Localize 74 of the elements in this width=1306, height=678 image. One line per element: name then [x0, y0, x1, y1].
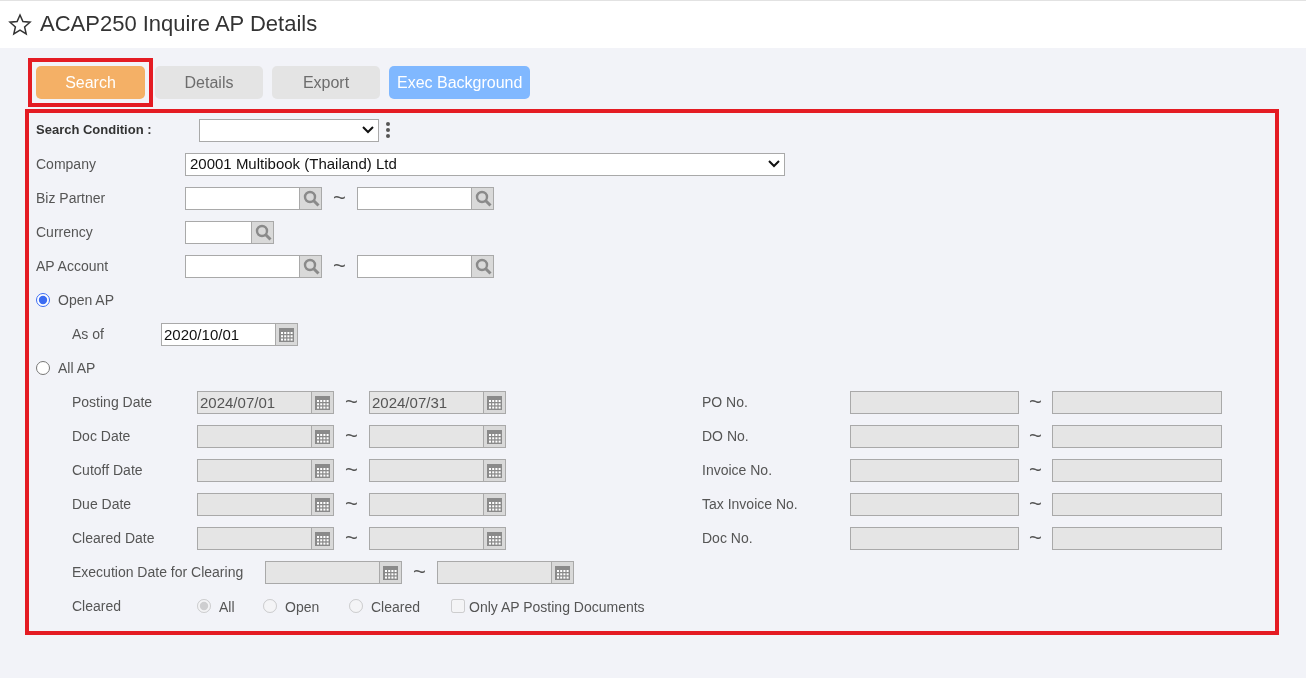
search-icon[interactable] [472, 254, 494, 278]
range-separator: ~ [344, 493, 359, 515]
range-separator: ~ [344, 459, 359, 481]
field-label: Cleared [71, 596, 123, 616]
star-icon[interactable] [8, 12, 32, 37]
range-separator: ~ [1028, 459, 1043, 481]
calendar-icon[interactable] [484, 526, 506, 550]
calendar-icon[interactable] [484, 390, 506, 414]
field-label: Invoice No. [702, 460, 774, 480]
calendar-icon[interactable] [312, 390, 334, 414]
range-separator: ~ [1028, 391, 1043, 413]
search-icon[interactable] [300, 254, 322, 278]
radio-label: All AP [58, 358, 96, 378]
range-separator: ~ [344, 391, 359, 413]
field-label: Biz Partner [36, 188, 107, 208]
calendar-icon[interactable] [552, 560, 574, 584]
range-separator: ~ [344, 425, 359, 447]
field-label: As of [71, 324, 105, 344]
field-label: Execution Date for Clearing [71, 562, 245, 582]
input-field[interactable] [357, 254, 472, 278]
company-dropdown[interactable]: 20001 Multibook (Thailand) Ltd [185, 152, 785, 176]
calendar-icon[interactable] [312, 458, 334, 482]
dropdown-value: 20001 Multibook (Thailand) Ltd [190, 153, 397, 174]
field-label: Posting Date [71, 392, 154, 412]
field-label: Doc Date [71, 426, 132, 446]
field-label: Tax Invoice No. [702, 494, 799, 514]
input-field[interactable] [185, 186, 300, 210]
date-field: 2024/07/01 [197, 390, 312, 414]
field-label: Cutoff Date [71, 460, 144, 480]
calendar-icon[interactable] [312, 424, 334, 448]
page-title: ACAP250 Inquire AP Details [40, 11, 318, 38]
field-label: Currency [36, 222, 94, 242]
chevron-down-icon [362, 126, 374, 134]
range-separator: ~ [332, 255, 347, 277]
checkbox-label: Only AP Posting Documents [469, 598, 645, 617]
date-field: 2024/07/31 [369, 390, 484, 414]
input-field[interactable] [185, 254, 300, 278]
calendar-icon[interactable] [484, 424, 506, 448]
range-separator: ~ [332, 187, 347, 209]
search-icon[interactable] [300, 186, 322, 210]
range-separator: ~ [412, 561, 427, 583]
calendar-icon[interactable] [276, 322, 298, 346]
radio-button[interactable] [36, 293, 50, 307]
calendar-icon[interactable] [312, 526, 334, 550]
calendar-icon[interactable] [484, 492, 506, 516]
date-field[interactable]: 2020/10/01 [161, 322, 276, 346]
field-label: Doc No. [702, 528, 754, 548]
field-label: DO No. [702, 426, 750, 446]
radio-label: Cleared [371, 598, 421, 617]
condition-dropdown[interactable] [199, 118, 379, 142]
range-separator: ~ [1028, 527, 1043, 549]
field-label: Due Date [71, 494, 133, 514]
range-separator: ~ [1028, 425, 1043, 447]
field-label: PO No. [702, 392, 749, 412]
field-label: Cleared Date [71, 528, 156, 548]
radio-label: Open [285, 598, 320, 617]
input-field[interactable] [185, 220, 252, 244]
search-icon[interactable] [472, 186, 494, 210]
chevron-down-icon [768, 160, 780, 168]
field-label: Search Condition : [36, 121, 153, 140]
range-separator: ~ [344, 527, 359, 549]
calendar-icon[interactable] [312, 492, 334, 516]
calendar-icon[interactable] [380, 560, 402, 584]
range-separator: ~ [1028, 493, 1043, 515]
input-field[interactable] [357, 186, 472, 210]
field-label: Company [36, 154, 97, 174]
toolbar-button[interactable]: Details [155, 66, 263, 99]
field-label: AP Account [36, 256, 110, 276]
search-icon[interactable] [252, 220, 274, 244]
calendar-icon[interactable] [484, 458, 506, 482]
toolbar-button[interactable]: Export [272, 66, 380, 99]
radio-label: Open AP [58, 290, 115, 310]
radio-label: All [219, 598, 235, 617]
more-options-icon[interactable] [385, 121, 391, 139]
